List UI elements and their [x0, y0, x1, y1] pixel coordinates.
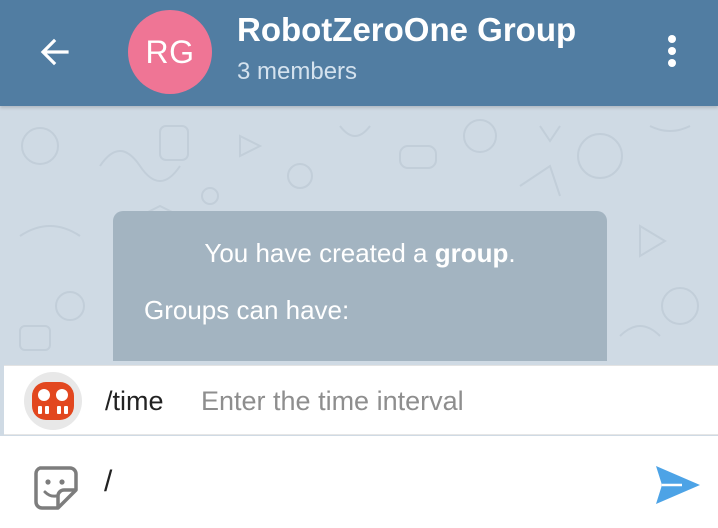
- chat-header: RG RobotZeroOne Group 3 members: [0, 0, 718, 106]
- service-message-line2: Groups can have:: [144, 295, 350, 325]
- send-icon[interactable]: [652, 462, 704, 508]
- bot-command-suggestion[interactable]: /time Enter the time interval: [4, 365, 718, 435]
- service-message-line1: You have created a group.: [204, 238, 516, 268]
- arrow-left-icon: [40, 38, 69, 66]
- more-menu-button[interactable]: [650, 26, 694, 76]
- message-composer: [0, 436, 718, 528]
- sticker-icon[interactable]: [30, 462, 80, 512]
- command-description: Enter the time interval: [201, 386, 464, 416]
- robot-icon: [24, 372, 82, 430]
- message-list[interactable]: You have created a group. Groups can hav…: [0, 106, 718, 366]
- group-avatar[interactable]: RG: [128, 10, 212, 94]
- back-button[interactable]: [30, 29, 80, 75]
- command-name: /time: [105, 386, 164, 416]
- chat-title[interactable]: RobotZeroOne Group: [237, 11, 576, 49]
- service-message: You have created a group. Groups can hav…: [113, 211, 607, 361]
- more-vertical-icon: [668, 35, 676, 67]
- member-count: 3 members: [237, 58, 358, 85]
- message-input[interactable]: [104, 460, 624, 504]
